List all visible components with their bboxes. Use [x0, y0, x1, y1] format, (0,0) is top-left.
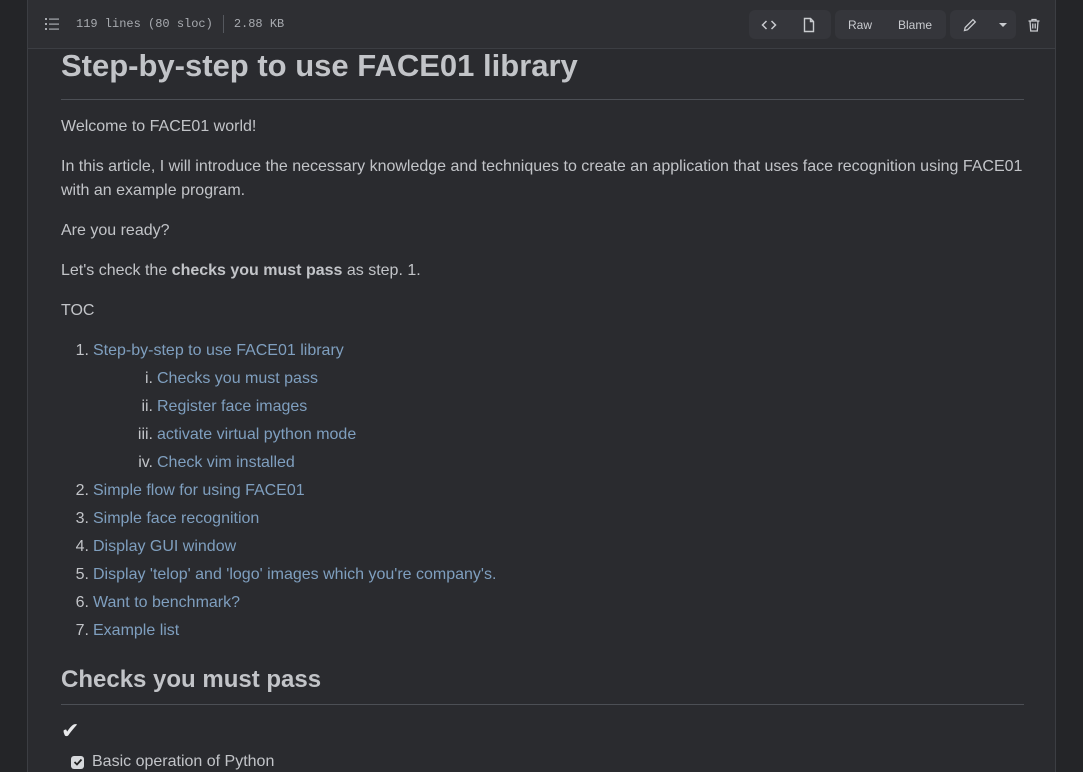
ready-text: Are you ready?	[61, 222, 170, 239]
page-title: Step-by-step to use FACE01 library	[61, 49, 1024, 100]
check-icon	[73, 758, 82, 766]
toc-subitem: i. Checks you must pass	[93, 367, 1024, 391]
raw-blame-group: Raw Blame	[835, 10, 946, 39]
raw-button[interactable]: Raw	[835, 10, 885, 39]
divider	[222, 15, 224, 33]
section-heading: Checks you must pass	[61, 665, 1024, 705]
task-label: Basic operation of Python	[92, 753, 275, 770]
toc-number: 1.	[75, 342, 89, 359]
toc-number: ii.	[141, 398, 153, 415]
step-bold: checks you must pass	[171, 262, 343, 279]
toc-item: 2. Simple flow for using FACE01	[61, 479, 1024, 503]
step-paragraph: Let's check the checks you must pass as …	[61, 259, 1024, 283]
toc-link[interactable]: Check vim installed	[157, 454, 295, 471]
toc-subitem: iv. Check vim installed	[93, 451, 1024, 475]
toc-link[interactable]: Step-by-step to use FACE01 library	[93, 342, 344, 359]
trash-icon	[1028, 18, 1040, 32]
step-prefix: Let's check the	[61, 262, 172, 279]
toc-link[interactable]: Display GUI window	[93, 538, 236, 555]
toc-subitem: ii. Register face images	[93, 395, 1024, 419]
toc-link[interactable]: Checks you must pass	[157, 370, 318, 387]
toc-link[interactable]: Display 'telop' and 'logo' images which …	[93, 566, 496, 583]
toc-item: 7. Example list	[61, 619, 1024, 643]
toc-link[interactable]: activate virtual python mode	[157, 426, 356, 443]
toc-subitem: iii. activate virtual python mode	[93, 423, 1024, 447]
toc-item: 3. Simple face recognition	[61, 507, 1024, 531]
page: 119 lines (80 sloc) 2.88 KB Raw Blame St…	[0, 0, 1083, 772]
toc-number: iii.	[137, 426, 153, 443]
blame-button[interactable]: Blame	[885, 10, 945, 39]
line-count: 119 lines (80 sloc)	[76, 17, 213, 31]
view-toggle	[749, 10, 831, 39]
toc-number: 6.	[75, 594, 89, 611]
toc-number: 4.	[75, 538, 89, 555]
rendered-view-button[interactable]	[789, 10, 829, 39]
file-viewer: 119 lines (80 sloc) 2.88 KB Raw Blame St…	[27, 0, 1056, 772]
source-view-button[interactable]	[749, 10, 789, 39]
toc-item: 4. Display GUI window	[61, 535, 1024, 559]
caret-down-icon	[999, 22, 1007, 27]
toc-number: 2.	[75, 482, 89, 499]
toc-number: iv.	[138, 454, 153, 471]
toc-link[interactable]: Simple flow for using FACE01	[93, 482, 305, 499]
toc-list: 1. Step-by-step to use FACE01 library i.…	[61, 339, 1024, 643]
edit-button[interactable]	[950, 10, 990, 39]
toc-number: 3.	[75, 510, 89, 527]
code-icon	[761, 19, 777, 30]
toc-item: 1. Step-by-step to use FACE01 library i.…	[61, 339, 1024, 475]
toc-number: i.	[145, 370, 153, 387]
task-checkbox[interactable]	[71, 755, 84, 769]
intro-paragraph: In this article, I will introduce the ne…	[61, 158, 1023, 199]
edit-group	[950, 10, 1016, 39]
pencil-icon	[963, 18, 977, 31]
toc-item: 5. Display 'telop' and 'logo' images whic…	[61, 563, 1024, 587]
step-suffix: as step. 1.	[342, 262, 421, 279]
delete-button[interactable]	[1018, 10, 1050, 39]
edit-dropdown-button[interactable]	[990, 10, 1016, 39]
toc-link[interactable]: Want to benchmark?	[93, 594, 240, 611]
file-header: 119 lines (80 sloc) 2.88 KB Raw Blame	[28, 0, 1055, 49]
toc-number: 5.	[75, 566, 89, 583]
file-info: 119 lines (80 sloc) 2.88 KB	[76, 15, 285, 33]
toc-label: TOC	[61, 302, 95, 319]
toc-number: 7.	[75, 622, 89, 639]
table-of-contents-icon[interactable]	[44, 16, 60, 32]
toc-link[interactable]: Example list	[93, 622, 179, 639]
task-item: Basic operation of Python	[61, 753, 1024, 771]
toc-sublist: i. Checks you must pass ii. Register face …	[93, 367, 1024, 475]
welcome-text: Welcome to FACE01 world!	[61, 118, 257, 135]
checkmark-icon: ✔	[61, 718, 80, 743]
toc-link[interactable]: Register face images	[157, 398, 307, 415]
toc-item: 6. Want to benchmark?	[61, 591, 1024, 615]
file-icon	[803, 17, 815, 32]
toc-link[interactable]: Simple face recognition	[93, 510, 259, 527]
markdown-body: Step-by-step to use FACE01 library Welco…	[61, 49, 1024, 771]
file-size: 2.88 KB	[233, 17, 285, 31]
